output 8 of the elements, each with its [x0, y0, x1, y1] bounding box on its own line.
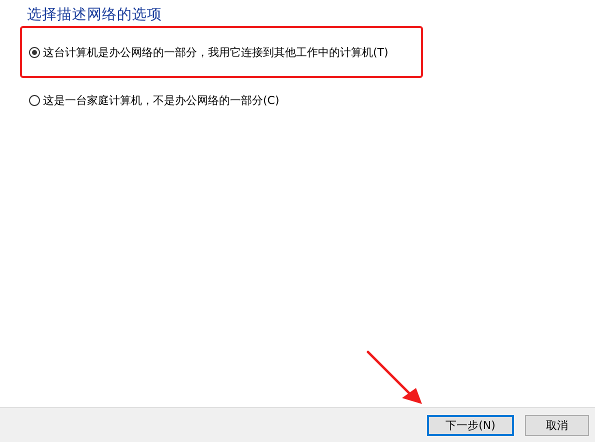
radio-button[interactable] [29, 46, 40, 58]
next-button[interactable]: 下一步(N) [427, 414, 514, 436]
annotation-arrow [366, 350, 422, 404]
radio-button[interactable] [29, 94, 40, 106]
section-heading: 选择描述网络的选项 [27, 6, 163, 25]
option-label[interactable]: 这台计算机是办公网络的一部分，我用它连接到其他工作中的计算机(T) [43, 44, 388, 60]
option-label[interactable]: 这是一台家庭计算机，不是办公网络的一部分(C) [43, 92, 280, 108]
cancel-button[interactable]: 取消 [525, 414, 589, 436]
